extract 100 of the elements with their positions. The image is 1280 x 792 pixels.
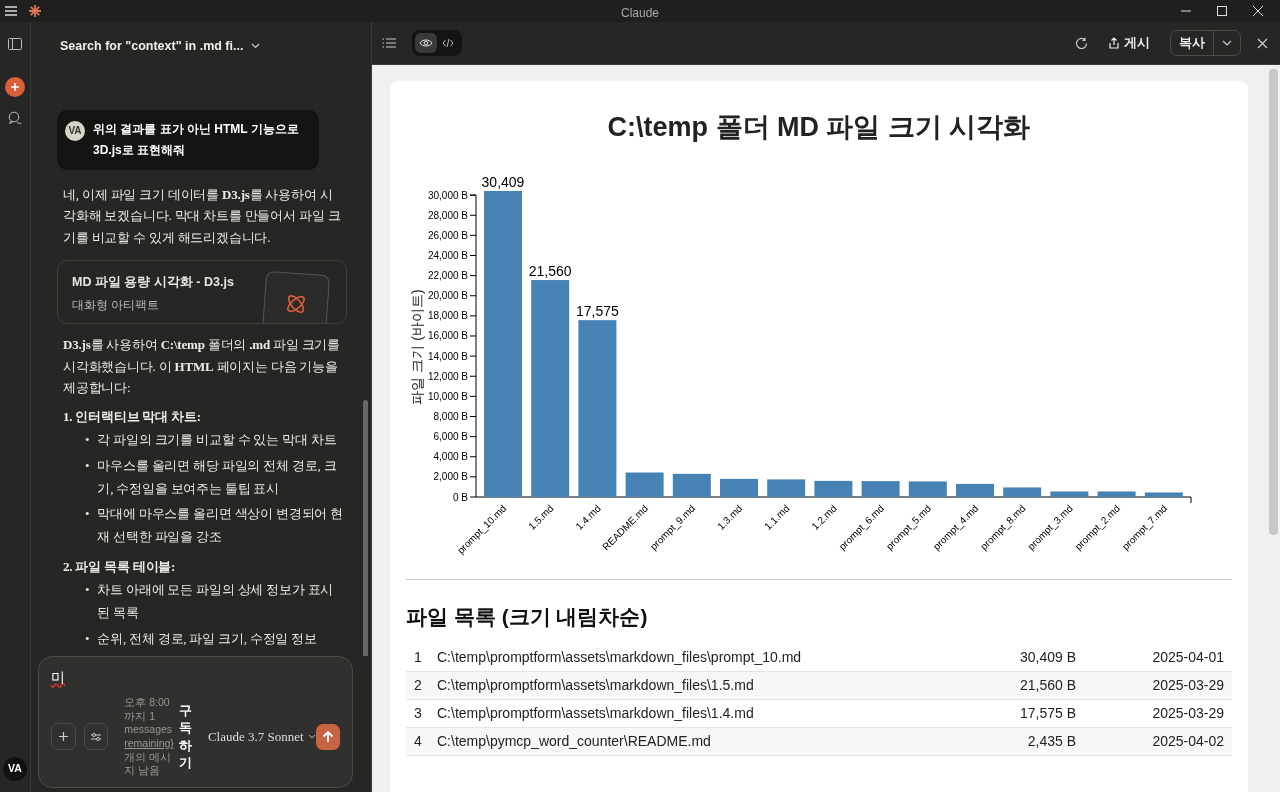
bullet-marker: • (85, 581, 90, 600)
table-title: 파일 목록 (크기 내림차순) (406, 604, 649, 630)
subscribe-button[interactable]: 구독하기 (178, 701, 192, 772)
value-label: 30,409 (481, 174, 525, 191)
table-cell-text: 2025-03-29 (1151, 703, 1225, 723)
bar[interactable] (531, 280, 570, 498)
window-title: Claude (621, 5, 659, 22)
model-selector[interactable]: Claude 3.7 Sonnet (207, 727, 316, 747)
bar[interactable] (672, 474, 711, 498)
asterisk-logo-icon (28, 4, 42, 18)
chart-title: C:\temp 폴더 MD 파일 크기 시각화 (606, 111, 1032, 144)
plus-icon (57, 731, 69, 743)
bar[interactable] (1003, 487, 1042, 498)
table-cell-text: 30,409 B (1018, 647, 1076, 667)
tick-label: 30,000 B (427, 190, 468, 201)
view-toggle[interactable] (415, 33, 437, 53)
plus-icon (10, 82, 20, 92)
scrollbar[interactable] (363, 400, 368, 656)
publish-button[interactable]: 게시 (1104, 33, 1154, 53)
table-cell-text: 3 (413, 703, 423, 723)
scrollbar[interactable] (1269, 69, 1278, 535)
table-cell-text: C:\temp\promptform\assets\markdown_files\1.4.md (437, 703, 755, 723)
feature-bullet: 순위, 전체 경로, 파일 크기, 수정일 정보 (97, 629, 317, 648)
assistant-message-text: D3.js를 사용하여 C:\temp 폴더의 .md 파일 크기를 시각화했습니다. 이 HTML 페이지는 다음 기능을 제공합니다: (63, 336, 342, 398)
sidebar-toggle-icon[interactable] (8, 38, 22, 50)
bar[interactable] (578, 320, 617, 498)
maximize-icon[interactable] (1216, 5, 1228, 17)
user-avatar: VA (65, 121, 85, 141)
tick-label: 22,000 B (427, 270, 468, 282)
bar[interactable] (814, 481, 853, 498)
user-avatar[interactable]: VA (3, 757, 27, 781)
table-cell-text: 4 (413, 731, 423, 751)
menu-icon[interactable] (4, 5, 18, 17)
artifact-subtitle: 대화형 아티팩트 (72, 297, 160, 315)
close-icon[interactable] (1252, 5, 1264, 17)
artifact-card[interactable]: MD 파일 용량 시각화 - D3.js 대화형 아티팩트 (57, 260, 347, 325)
chat-bubbles-icon[interactable] (8, 111, 22, 125)
tick-label: 26,000 B (427, 230, 468, 242)
value-label: 17,575 (576, 303, 619, 320)
bar[interactable] (908, 481, 947, 498)
bullet-marker: • (85, 431, 90, 450)
usage-note: 오후 8:00 까지 1 messages remaining} 개의 메시지 남음 (124, 696, 175, 778)
feature-heading: 1. 인터랙티브 막대 차트: (63, 407, 202, 426)
tick-label: 14,000 B (427, 351, 468, 362)
bar[interactable] (767, 479, 806, 498)
code-icon (442, 38, 454, 48)
tick-label: 8,000 B (433, 411, 468, 423)
table-cell-text: 2025-04-01 (1151, 647, 1225, 667)
table-cell-text: 2,435 B (1026, 731, 1076, 751)
tick-label: 28,000 B (427, 210, 468, 222)
assistant-message-text: 네, 이제 파일 크기 데이터를 D3.js를 사용하여 시각화해 보겠습니다. 막대 차트를 만들어서 파일 크기를 비교할 수 있게 해드리겠습니다. (63, 186, 342, 247)
feature-bullet: 각 파일의 크기를 비교할 수 있는 막대 차트 (97, 431, 337, 450)
feature-bullet: 막대에 마우스를 올리면 색상이 변경되어 현재 선택한 파일을 강조 (97, 505, 344, 547)
tick-label: 20,000 B (427, 290, 468, 302)
tick-label: 10,000 B (427, 391, 468, 403)
tick-label: 24,000 B (427, 250, 468, 262)
conversation-title-dropdown[interactable]: Search for "context" in .md fi... (60, 36, 261, 56)
bar[interactable] (861, 481, 900, 498)
tick-label: 2,000 B (433, 471, 468, 483)
close-icon[interactable] (1257, 37, 1268, 49)
bullet-marker: • (85, 505, 90, 524)
options-button[interactable] (83, 723, 109, 751)
table-cell-text: 2 (413, 675, 423, 695)
caret-icon (1222, 40, 1232, 46)
tick-label: 12,000 B (427, 371, 468, 383)
share-icon (1108, 37, 1120, 49)
bar[interactable] (1144, 492, 1183, 498)
message-input[interactable]: 미 (51, 667, 91, 688)
table-cell-text: 17,575 B (1018, 703, 1076, 723)
bullet-marker: • (85, 456, 90, 475)
table-cell-text: 2025-03-29 (1151, 675, 1225, 695)
list-icon[interactable] (382, 37, 396, 49)
tick-label: 0 B (453, 491, 468, 503)
tick-label: 18,000 B (427, 310, 468, 322)
arrow-up-icon (321, 730, 334, 744)
user-message-text: 위의 결과를 표가 아닌 HTML 기능으로 3D.js로 표현해줘 (93, 121, 300, 159)
table-cell-text: C:\temp\promptform\assets\markdown_files\1.5.md (437, 675, 755, 695)
send-button[interactable] (315, 723, 340, 750)
bar[interactable] (1097, 491, 1136, 498)
feature-bullet: 차트 아래에 모든 파일의 상세 정보가 표시된 목록 (97, 581, 335, 623)
caret-icon (251, 43, 261, 49)
table-cell-text: 1 (413, 647, 423, 667)
value-label: 21,560 (528, 263, 572, 280)
artifact-title: MD 파일 용량 시각화 - D3.js (72, 274, 234, 292)
add-button[interactable] (51, 723, 76, 751)
bullet-marker: • (85, 629, 90, 648)
table-cell-text: C:\temp\promptform\assets\markdown_files\prompt_10.md (437, 647, 803, 667)
bar[interactable] (625, 472, 664, 498)
table-cell-text: 2025-04-02 (1151, 731, 1225, 751)
tick-label: 4,000 B (433, 451, 468, 463)
new-chat-button[interactable] (5, 77, 25, 97)
axis-title: 파일 크기 (바이트) (409, 289, 425, 405)
sliders-icon (89, 731, 102, 742)
refresh-icon[interactable] (1075, 36, 1088, 50)
bar[interactable] (1050, 491, 1089, 498)
table-cell-text: C:\temp\pymcp_word_counter\README.md (437, 731, 712, 751)
tick-label: 16,000 B (427, 330, 468, 342)
usage-link[interactable]: remaining} (124, 736, 174, 749)
feature-bullet: 마우스를 올리면 해당 파일의 전체 경로, 크기, 수정일을 보여주는 툴팁 표시 (97, 456, 338, 498)
feature-heading: 2. 파일 목록 테이블: (63, 557, 177, 576)
